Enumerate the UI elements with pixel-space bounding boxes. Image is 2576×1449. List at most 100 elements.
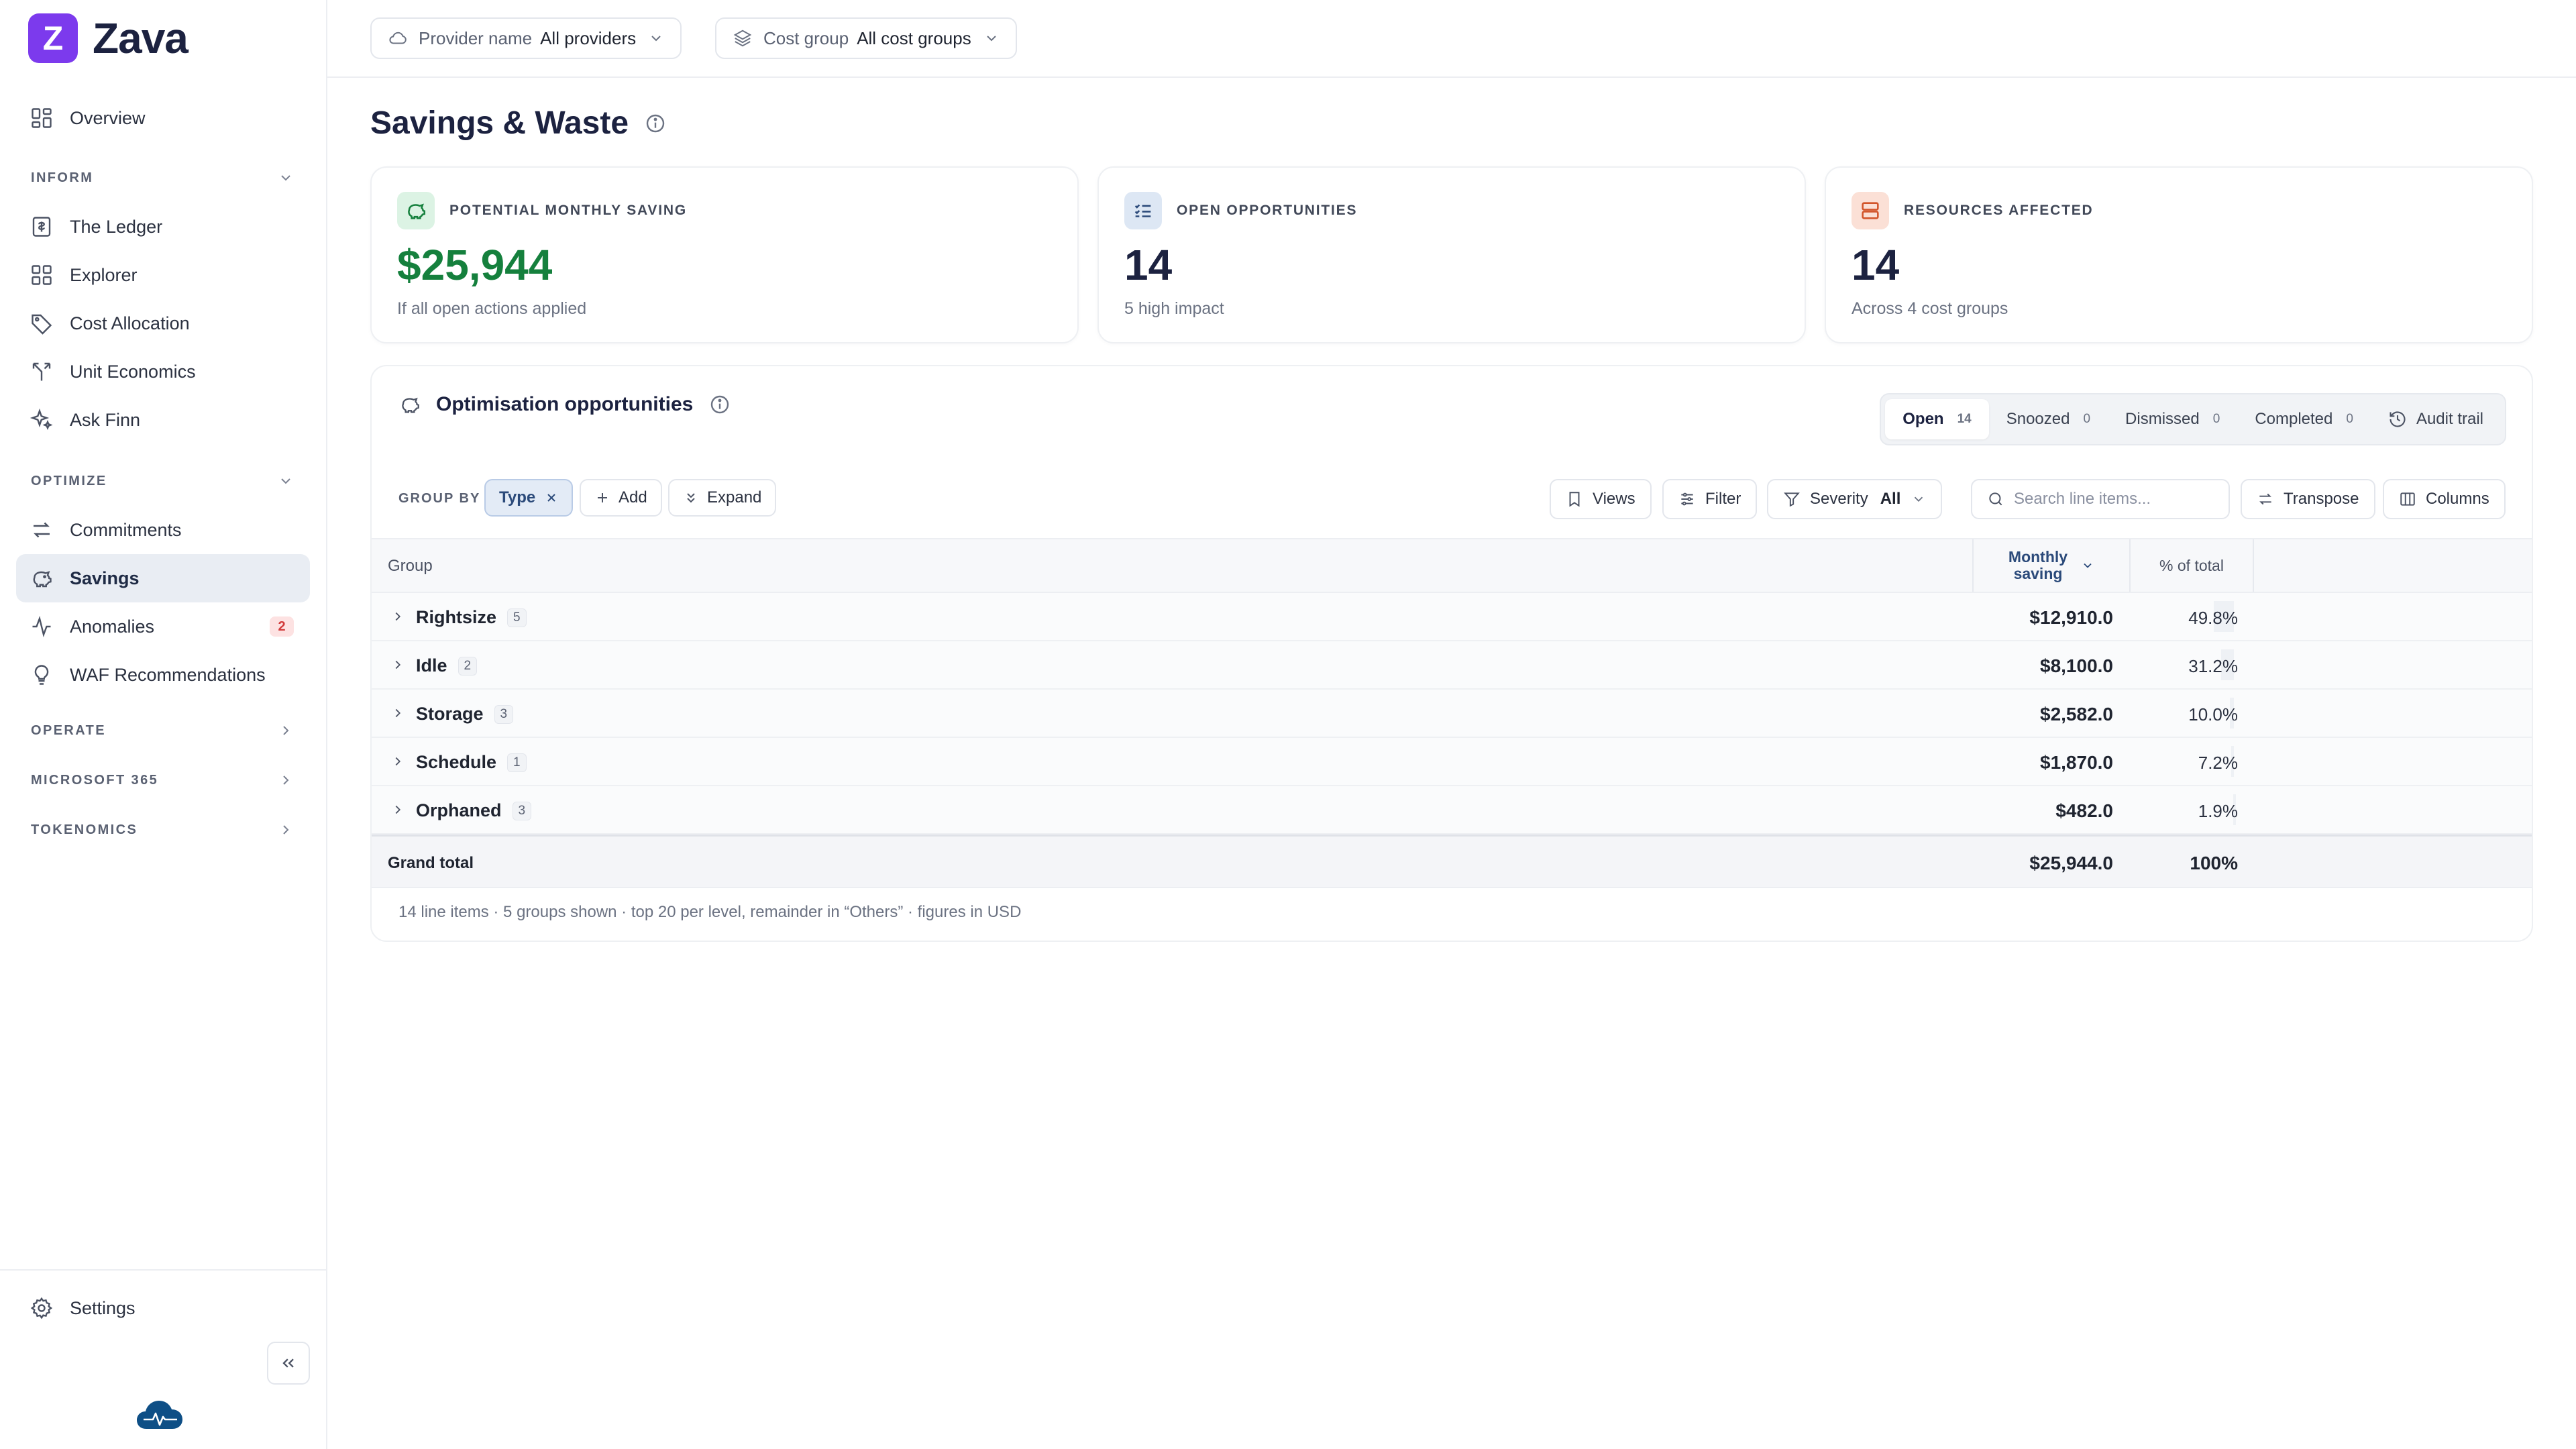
chevron-right-icon[interactable] <box>390 706 405 720</box>
table-row[interactable]: Rightsize 5 $12,910.0 49.8% <box>372 593 2532 641</box>
kpi-card-open-opportunities: OPEN OPPORTUNITIES 14 5 high impact <box>1097 166 1806 343</box>
chevron-right-icon[interactable] <box>390 754 405 769</box>
column-header-group[interactable]: Group <box>388 557 433 576</box>
chip-label: Type <box>499 488 536 506</box>
sidebar-item-anomalies[interactable]: Anomalies 2 <box>16 602 310 651</box>
panel-title-text: Optimisation opportunities <box>436 393 694 415</box>
section-inform[interactable]: INFORM <box>16 153 310 203</box>
info-icon[interactable] <box>709 394 731 415</box>
info-icon[interactable] <box>645 113 666 134</box>
row-count-badge: 3 <box>494 704 514 724</box>
header-line: Monthly <box>2008 547 2068 566</box>
sidebar-item-label: Explorer <box>70 264 138 285</box>
provider-filter[interactable]: Provider name All providers <box>370 17 682 59</box>
sidebar-item-unit-economics[interactable]: Unit Economics <box>16 347 310 396</box>
sidebar-item-commitments[interactable]: Commitments <box>16 506 310 554</box>
columns-button[interactable]: Columns <box>2383 479 2506 519</box>
sidebar-item-label: Unit Economics <box>70 361 196 382</box>
sidebar-item-savings[interactable]: Savings <box>16 554 310 602</box>
add-group-button[interactable]: Add <box>580 479 662 517</box>
kpi-header: OPEN OPPORTUNITIES <box>1124 192 1357 229</box>
section-optimize[interactable]: OPTIMIZE <box>16 456 310 506</box>
tab-snoozed[interactable]: Snoozed 0 <box>1989 399 2108 439</box>
kpi-subtext: Across 4 cost groups <box>1851 299 2008 318</box>
tab-dismissed[interactable]: Dismissed 0 <box>2108 399 2237 439</box>
page-title-text: Savings & Waste <box>370 105 629 141</box>
sliders-icon <box>1678 490 1696 508</box>
piggy-bank-icon <box>30 566 54 590</box>
kpi-value: 14 <box>1124 241 1173 289</box>
kpi-card-monthly-saving: POTENTIAL MONTHLY SAVING $25,944 If all … <box>370 166 1079 343</box>
search-input[interactable] <box>2014 490 2215 508</box>
sidebar-item-waf-recommendations[interactable]: WAF Recommendations <box>16 651 310 699</box>
tab-label: Dismissed <box>2125 410 2200 428</box>
columns-icon <box>2399 490 2416 508</box>
sidebar-item-label: Savings <box>70 568 140 588</box>
close-icon[interactable] <box>545 491 558 504</box>
row-pct-cell: 31.2% <box>2129 641 2254 688</box>
collapse-sidebar-button[interactable] <box>267 1342 310 1385</box>
sidebar-item-ask-finn[interactable]: Ask Finn <box>16 396 310 444</box>
tab-count: 0 <box>2083 412 2091 426</box>
audit-trail-button[interactable]: Audit trail <box>2371 399 2501 439</box>
sidebar-item-label: Commitments <box>70 519 182 540</box>
chevron-right-icon[interactable] <box>390 609 405 624</box>
kpi-header: POTENTIAL MONTHLY SAVING <box>397 192 687 229</box>
kpi-header: RESOURCES AFFECTED <box>1851 192 2093 229</box>
sidebar-item-the-ledger[interactable]: The Ledger <box>16 203 310 251</box>
table-row[interactable]: Schedule 1 $1,870.0 7.2% <box>372 738 2532 786</box>
row-group-name: Storage 3 <box>416 704 514 724</box>
chevron-right-icon[interactable] <box>390 657 405 672</box>
opportunities-panel: Optimisation opportunities Open 14 Snooz… <box>370 365 2533 942</box>
opportunities-table: Group Monthly saving % of total Rightsize… <box>372 538 2532 888</box>
row-pct-cell: 7.2% <box>2129 738 2254 785</box>
section-operate[interactable]: OPERATE <box>16 706 310 755</box>
sidebar-item-label: Settings <box>70 1297 136 1318</box>
sidebar-item-label: Ask Finn <box>70 409 141 430</box>
chevron-right-icon[interactable] <box>390 802 405 817</box>
table-grand-total: Grand total $25,944.0 100% <box>372 835 2532 888</box>
sparkles-icon <box>30 408 54 432</box>
table-row[interactable]: Storage 3 $2,582.0 10.0% <box>372 690 2532 738</box>
provider-filter-value: All providers <box>540 28 637 48</box>
sidebar-item-cost-allocation[interactable]: Cost Allocation <box>16 299 310 347</box>
column-header-monthly-saving[interactable]: Monthly saving <box>1972 539 2129 592</box>
tab-open[interactable]: Open 14 <box>1885 399 1989 439</box>
button-label: Transpose <box>2284 490 2359 508</box>
tab-label: Open <box>1902 410 1944 428</box>
activity-icon <box>30 614 54 639</box>
sort-desc-icon <box>2081 559 2094 572</box>
row-label: Idle <box>416 655 447 676</box>
sidebar-item-explorer[interactable]: Explorer <box>16 251 310 299</box>
filter-button[interactable]: Filter <box>1662 479 1758 519</box>
table-row[interactable]: Orphaned 3 $482.0 1.9% <box>372 786 2532 835</box>
cost-group-filter-value: All cost groups <box>857 28 971 48</box>
sidebar-item-overview[interactable]: Overview <box>16 94 310 142</box>
bookmark-icon <box>1566 490 1583 508</box>
search-box[interactable] <box>1971 479 2230 519</box>
layers-icon <box>733 28 753 48</box>
column-header-pct-total[interactable]: % of total <box>2129 539 2254 592</box>
table-body: Rightsize 5 $12,910.0 49.8% Idle 2 $8,100.0 31.… <box>372 593 2532 835</box>
kpi-value: 14 <box>1851 241 1900 289</box>
severity-select[interactable]: Severity All <box>1767 479 1943 519</box>
cost-group-filter[interactable]: Cost group All cost groups <box>715 17 1017 59</box>
kpi-subtext: If all open actions applied <box>397 299 587 318</box>
transpose-button[interactable]: Transpose <box>2241 479 2375 519</box>
severity-value: All <box>1880 490 1901 508</box>
section-tokenomics[interactable]: TOKENOMICS <box>16 805 310 855</box>
sidebar-item-settings[interactable]: Settings <box>16 1284 310 1332</box>
brand[interactable]: Z Zava <box>28 13 189 63</box>
group-chip-type[interactable]: Type <box>484 479 574 517</box>
chip-label: Expand <box>707 488 762 506</box>
row-amount: $2,582.0 <box>2040 704 2113 724</box>
tab-completed[interactable]: Completed 0 <box>2237 399 2371 439</box>
expand-button[interactable]: Expand <box>668 479 777 517</box>
views-button[interactable]: Views <box>1550 479 1652 519</box>
row-group-name: Idle 2 <box>416 655 478 676</box>
grid-icon <box>30 106 54 130</box>
kpi-value: $25,944 <box>397 241 553 289</box>
section-microsoft-365[interactable]: MICROSOFT 365 <box>16 755 310 805</box>
table-row[interactable]: Idle 2 $8,100.0 31.2% <box>372 641 2532 690</box>
table-footnote: 14 line items · 5 groups shown · top 20 … <box>398 903 1022 921</box>
